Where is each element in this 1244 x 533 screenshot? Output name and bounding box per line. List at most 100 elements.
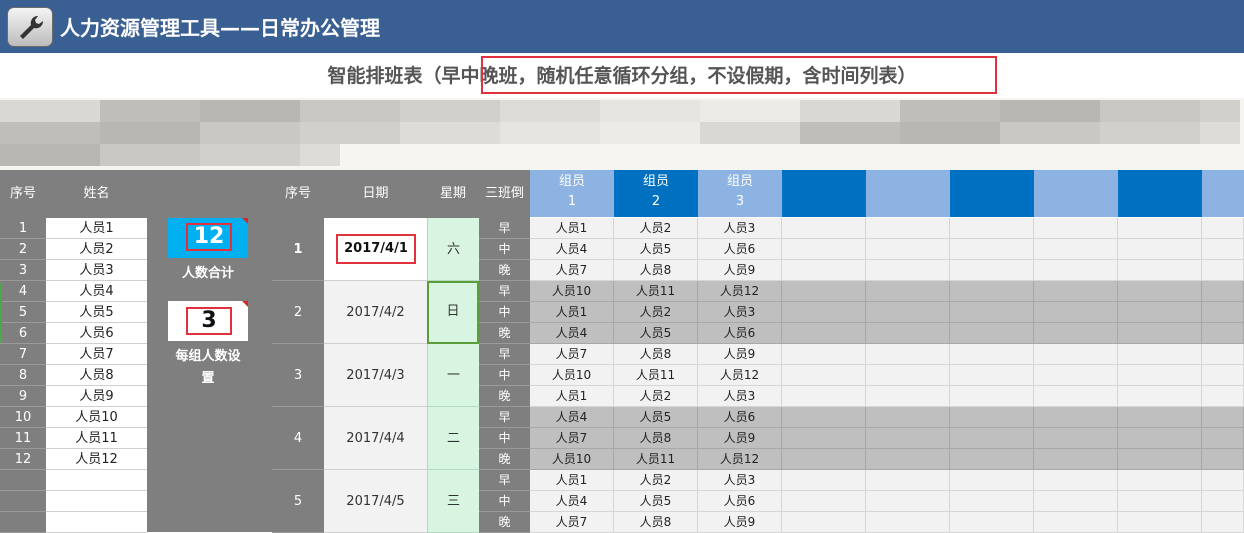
empty-cell[interactable] <box>782 260 866 281</box>
member-cell[interactable]: 人员12 <box>698 365 782 386</box>
empty-cell[interactable] <box>866 512 950 533</box>
wrench-icon[interactable] <box>7 7 53 47</box>
empty-cell[interactable] <box>1034 323 1118 344</box>
person-name[interactable]: 人员10 <box>46 407 147 428</box>
empty-cell[interactable] <box>1034 281 1118 302</box>
empty-cell[interactable] <box>1118 386 1202 407</box>
day-week[interactable]: 二 <box>427 407 479 470</box>
member-cell[interactable]: 人员7 <box>530 512 614 533</box>
day-week[interactable]: 三 <box>427 470 479 533</box>
empty-cell[interactable] <box>782 281 866 302</box>
empty-cell[interactable] <box>1202 239 1244 260</box>
empty-cell[interactable] <box>782 239 866 260</box>
empty-cell[interactable] <box>950 344 1034 365</box>
empty-cell[interactable] <box>1034 365 1118 386</box>
member-cell[interactable]: 人员11 <box>614 365 698 386</box>
person-name[interactable]: 人员4 <box>46 281 147 302</box>
day-date[interactable]: 2017/4/3 <box>324 344 427 407</box>
empty-cell[interactable] <box>1202 302 1244 323</box>
member-cell[interactable]: 人员9 <box>698 260 782 281</box>
member-cell[interactable]: 人员8 <box>614 260 698 281</box>
member-cell[interactable]: 人员1 <box>530 218 614 239</box>
empty-cell[interactable] <box>1202 407 1244 428</box>
total-count-box[interactable]: 12 <box>168 218 248 258</box>
member-cell[interactable]: 人员6 <box>698 491 782 512</box>
empty-cell[interactable] <box>866 323 950 344</box>
empty-cell[interactable] <box>1118 491 1202 512</box>
day-week[interactable]: 六 <box>427 218 479 281</box>
member-cell[interactable]: 人员2 <box>614 386 698 407</box>
empty-cell[interactable] <box>950 302 1034 323</box>
empty-cell[interactable] <box>1202 386 1244 407</box>
member-cell[interactable]: 人员1 <box>530 302 614 323</box>
group-size-box[interactable]: 3 <box>168 301 248 341</box>
empty-cell[interactable] <box>866 302 950 323</box>
empty-cell[interactable] <box>1034 428 1118 449</box>
empty-cell[interactable] <box>866 260 950 281</box>
member-cell[interactable]: 人员7 <box>530 260 614 281</box>
empty-cell[interactable] <box>1202 512 1244 533</box>
member-cell[interactable]: 人员2 <box>614 218 698 239</box>
empty-cell[interactable] <box>1034 512 1118 533</box>
empty-cell[interactable] <box>782 407 866 428</box>
empty-cell[interactable] <box>1034 239 1118 260</box>
day-date[interactable]: 2017/4/5 <box>324 470 427 533</box>
empty-cell[interactable] <box>1202 281 1244 302</box>
member-cell[interactable]: 人员10 <box>530 449 614 470</box>
empty-cell[interactable] <box>1118 470 1202 491</box>
member-cell[interactable]: 人员1 <box>530 386 614 407</box>
empty-cell[interactable] <box>950 260 1034 281</box>
empty-cell[interactable] <box>1034 260 1118 281</box>
member-cell[interactable]: 人员3 <box>698 302 782 323</box>
member-cell[interactable]: 人员5 <box>614 407 698 428</box>
empty-cell[interactable] <box>1034 344 1118 365</box>
empty-cell[interactable] <box>1118 281 1202 302</box>
person-name[interactable]: 人员7 <box>46 344 147 365</box>
empty-cell[interactable] <box>950 281 1034 302</box>
empty-cell[interactable] <box>1202 323 1244 344</box>
member-cell[interactable]: 人员3 <box>698 386 782 407</box>
empty-cell[interactable] <box>950 428 1034 449</box>
empty-cell[interactable] <box>1034 302 1118 323</box>
empty-cell[interactable] <box>866 281 950 302</box>
member-cell[interactable]: 人员9 <box>698 512 782 533</box>
member-cell[interactable]: 人员4 <box>530 407 614 428</box>
day-week[interactable]: 日 <box>427 281 479 344</box>
empty-cell[interactable] <box>1118 407 1202 428</box>
empty-cell[interactable] <box>782 470 866 491</box>
person-name[interactable] <box>46 491 147 512</box>
member-cell[interactable]: 人员5 <box>614 323 698 344</box>
day-date[interactable]: 2017/4/2 <box>324 281 427 344</box>
member-cell[interactable]: 人员10 <box>530 281 614 302</box>
member-cell[interactable]: 人员9 <box>698 344 782 365</box>
empty-cell[interactable] <box>950 407 1034 428</box>
empty-cell[interactable] <box>1118 428 1202 449</box>
empty-cell[interactable] <box>1118 365 1202 386</box>
empty-cell[interactable] <box>782 323 866 344</box>
member-cell[interactable]: 人员12 <box>698 281 782 302</box>
empty-cell[interactable] <box>782 302 866 323</box>
empty-cell[interactable] <box>1034 407 1118 428</box>
empty-cell[interactable] <box>950 449 1034 470</box>
empty-cell[interactable] <box>950 323 1034 344</box>
empty-cell[interactable] <box>1202 260 1244 281</box>
empty-cell[interactable] <box>1202 470 1244 491</box>
member-cell[interactable]: 人员3 <box>698 470 782 491</box>
empty-cell[interactable] <box>1118 239 1202 260</box>
empty-cell[interactable] <box>1118 323 1202 344</box>
empty-cell[interactable] <box>866 449 950 470</box>
empty-cell[interactable] <box>950 491 1034 512</box>
person-name[interactable]: 人员9 <box>46 386 147 407</box>
member-cell[interactable]: 人员12 <box>698 449 782 470</box>
member-cell[interactable]: 人员10 <box>530 365 614 386</box>
empty-cell[interactable] <box>1202 218 1244 239</box>
person-name[interactable]: 人员11 <box>46 428 147 449</box>
member-cell[interactable]: 人员6 <box>698 323 782 344</box>
member-cell[interactable]: 人员9 <box>698 428 782 449</box>
empty-cell[interactable] <box>1118 344 1202 365</box>
empty-cell[interactable] <box>1202 449 1244 470</box>
empty-cell[interactable] <box>1034 218 1118 239</box>
member-cell[interactable]: 人员7 <box>530 344 614 365</box>
empty-cell[interactable] <box>782 386 866 407</box>
empty-cell[interactable] <box>866 470 950 491</box>
